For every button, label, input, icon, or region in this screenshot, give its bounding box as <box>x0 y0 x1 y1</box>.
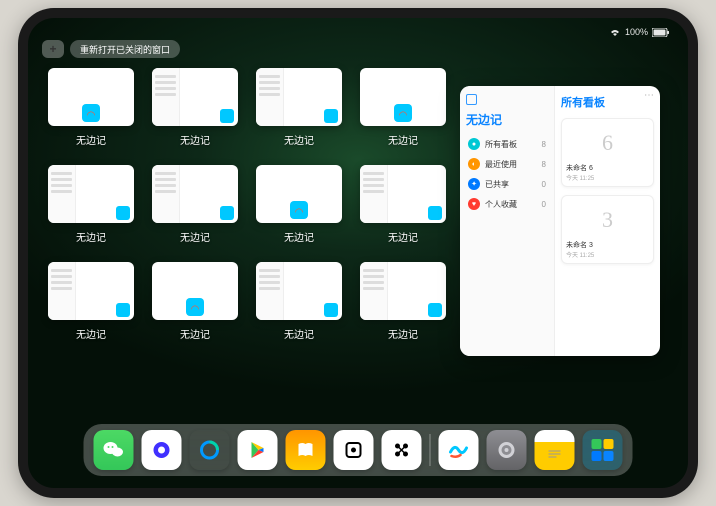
main-title: 所有看板 <box>561 94 654 110</box>
dock-app-quark[interactable] <box>142 430 182 470</box>
screen: 100% + 重新打开已关闭的窗口 无边记无边记无边记无边记无边记无边记无边记无… <box>28 18 688 488</box>
sidebar-item-label: 个人收藏 <box>485 199 517 210</box>
window-preview <box>360 165 446 223</box>
window-preview <box>256 68 342 126</box>
window-thumbnail[interactable]: 无边记 <box>48 68 134 147</box>
dock-app-group[interactable] <box>583 430 623 470</box>
sidebar-item[interactable]: ● 所有看板 8 <box>466 134 548 154</box>
dock-app-qq-browser[interactable] <box>190 430 230 470</box>
category-icon: ✦ <box>468 178 480 190</box>
dock-app-play[interactable] <box>238 430 278 470</box>
window-thumbnail[interactable]: 无边记 <box>360 68 446 147</box>
window-preview <box>152 165 238 223</box>
dock-app-notes[interactable] <box>535 430 575 470</box>
board-card[interactable]: 6未命名 6今天 11:25 <box>561 118 654 187</box>
board-card[interactable]: 3未命名 3今天 11:25 <box>561 195 654 264</box>
window-label: 无边记 <box>180 229 210 244</box>
window-thumbnail[interactable]: 无边记 <box>152 262 238 341</box>
window-thumbnail[interactable]: 无边记 <box>256 68 342 147</box>
window-preview <box>48 68 134 126</box>
dock-app-wechat[interactable] <box>94 430 134 470</box>
window-preview <box>256 262 342 320</box>
sidebar-toggle-icon[interactable] <box>466 94 477 105</box>
dock-app-dice[interactable] <box>334 430 374 470</box>
add-window-button[interactable]: + <box>42 40 64 58</box>
app-switcher-grid: 无边记无边记无边记无边记无边记无边记无边记无边记无边记无边记无边记无边记 <box>48 68 446 341</box>
category-icon: ♥ <box>468 198 480 210</box>
ipad-frame: 100% + 重新打开已关闭的窗口 无边记无边记无边记无边记无边记无边记无边记无… <box>18 8 698 498</box>
window-thumbnail[interactable]: 无边记 <box>360 165 446 244</box>
freeform-main: 所有看板 6未命名 6今天 11:253未命名 3今天 11:25 <box>555 86 660 356</box>
sidebar-item[interactable]: ◐ 最近使用 8 <box>466 154 548 174</box>
window-preview <box>48 262 134 320</box>
battery-text: 100% <box>625 27 648 37</box>
dock-app-dots[interactable] <box>382 430 422 470</box>
window-thumbnail[interactable]: 无边记 <box>152 68 238 147</box>
sidebar-item[interactable]: ♥ 个人收藏 0 <box>466 194 548 214</box>
category-icon: ● <box>468 138 480 150</box>
window-thumbnail[interactable]: 无边记 <box>48 165 134 244</box>
window-label: 无边记 <box>76 326 106 341</box>
dock-separator <box>430 434 431 466</box>
sidebar-item-count: 0 <box>542 180 546 189</box>
top-controls: + 重新打开已关闭的窗口 <box>42 40 180 58</box>
board-thumbnail: 3 <box>566 200 649 240</box>
window-label: 无边记 <box>284 229 314 244</box>
window-label: 无边记 <box>76 229 106 244</box>
sidebar-item-count: 0 <box>542 200 546 209</box>
window-preview <box>360 262 446 320</box>
sidebar-item-label: 所有看板 <box>485 139 517 150</box>
freeform-sidebar: 无边记 ● 所有看板 8 ◐ 最近使用 8 ✦ 已共享 0 ♥ 个人收藏 0 <box>460 86 555 356</box>
window-label: 无边记 <box>284 326 314 341</box>
window-thumbnail[interactable]: 无边记 <box>360 262 446 341</box>
board-name: 未命名 6 <box>566 163 649 173</box>
status-bar: 100% <box>28 24 688 40</box>
window-label: 无边记 <box>388 326 418 341</box>
window-preview <box>152 262 238 320</box>
window-preview <box>48 165 134 223</box>
window-label: 无边记 <box>76 132 106 147</box>
window-label: 无边记 <box>180 132 210 147</box>
dock-app-books[interactable] <box>286 430 326 470</box>
dock <box>84 424 633 476</box>
category-icon: ◐ <box>468 158 480 170</box>
window-label: 无边记 <box>180 326 210 341</box>
board-time: 今天 11:25 <box>566 173 649 182</box>
window-preview <box>360 68 446 126</box>
board-thumbnail: 6 <box>566 123 649 163</box>
reopen-closed-window-button[interactable]: 重新打开已关闭的窗口 <box>70 40 180 58</box>
wifi-icon <box>609 28 621 37</box>
window-label: 无边记 <box>284 132 314 147</box>
window-thumbnail[interactable]: 无边记 <box>256 262 342 341</box>
window-thumbnail[interactable]: 无边记 <box>48 262 134 341</box>
sidebar-item[interactable]: ✦ 已共享 0 <box>466 174 548 194</box>
sidebar-item-label: 最近使用 <box>485 159 517 170</box>
battery-icon <box>652 28 670 37</box>
sidebar-item-count: 8 <box>542 140 546 149</box>
sidebar-item-count: 8 <box>542 160 546 169</box>
window-thumbnail[interactable]: 无边记 <box>256 165 342 244</box>
sidebar-title: 无边记 <box>466 111 548 128</box>
window-label: 无边记 <box>388 132 418 147</box>
board-time: 今天 11:25 <box>566 250 649 259</box>
dock-app-settings[interactable] <box>487 430 527 470</box>
window-preview <box>256 165 342 223</box>
freeform-window[interactable]: ⋯ 无边记 ●所有看板8◐最近使用8✦已共享0♥个人收藏0 所有看板 6未命名 … <box>460 86 660 356</box>
window-preview <box>152 68 238 126</box>
sidebar-item-label: 已共享 <box>485 179 509 190</box>
window-thumbnail[interactable]: 无边记 <box>152 165 238 244</box>
dock-app-freeform[interactable] <box>439 430 479 470</box>
more-icon[interactable]: ⋯ <box>644 90 654 101</box>
window-label: 无边记 <box>388 229 418 244</box>
board-name: 未命名 3 <box>566 240 649 250</box>
